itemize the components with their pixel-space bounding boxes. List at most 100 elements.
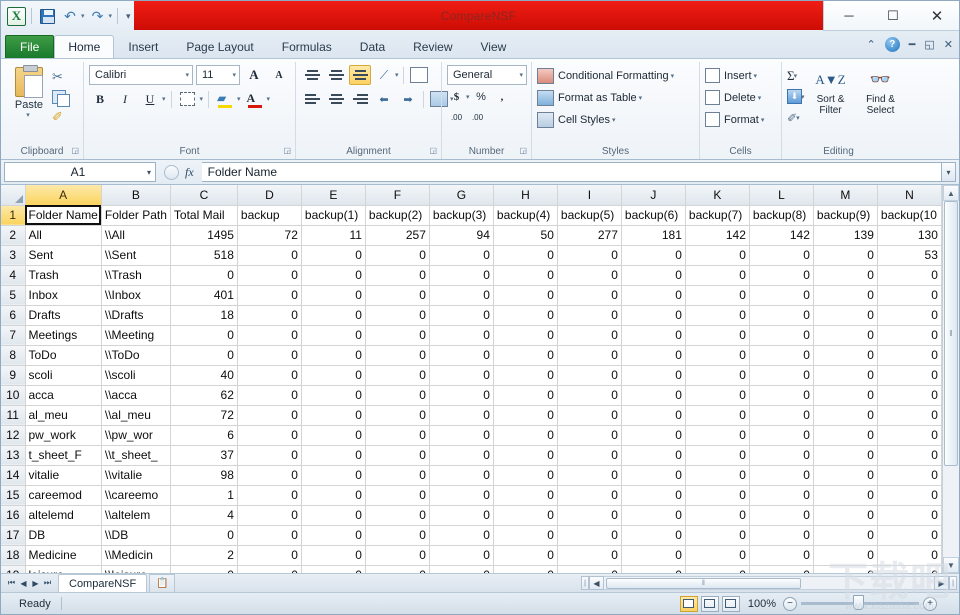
normal-view-button[interactable]: [679, 595, 698, 612]
cell-J6[interactable]: 0: [621, 305, 686, 326]
cell-H19[interactable]: 0: [493, 565, 558, 573]
cell-K15[interactable]: 0: [685, 485, 750, 506]
borders-button[interactable]: [177, 89, 199, 109]
zoom-out-button[interactable]: −: [783, 596, 797, 611]
maximize-button[interactable]: ☐: [871, 1, 915, 30]
cell-K7[interactable]: 0: [685, 325, 750, 346]
cell-N8[interactable]: 0: [877, 345, 942, 366]
cell-A7[interactable]: Meetings: [25, 325, 102, 346]
cell-C6[interactable]: 18: [170, 305, 238, 326]
cell-J12[interactable]: 0: [621, 425, 686, 446]
insert-function-icon[interactable]: fx: [185, 165, 194, 180]
row-header-15[interactable]: 15: [1, 485, 26, 506]
cell-C3[interactable]: 518: [170, 245, 238, 266]
cell-N13[interactable]: 0: [877, 445, 942, 466]
increase-decimal-button[interactable]: .00: [447, 109, 466, 127]
row-header-3[interactable]: 3: [1, 245, 26, 266]
cell-M7[interactable]: 0: [813, 325, 878, 346]
cell-M17[interactable]: 0: [813, 525, 878, 546]
currency-button[interactable]: $: [447, 88, 466, 106]
clear-button[interactable]: ✐ ▾: [787, 108, 805, 127]
cell-B6[interactable]: \\Drafts: [101, 305, 171, 326]
tab-review[interactable]: Review: [399, 35, 466, 58]
cell-C13[interactable]: 37: [170, 445, 238, 466]
cell-J14[interactable]: 0: [621, 465, 686, 486]
cell-G16[interactable]: 0: [429, 505, 494, 526]
cell-I1[interactable]: backup(5): [557, 205, 622, 226]
bold-button[interactable]: B: [89, 89, 111, 109]
cell-M16[interactable]: 0: [813, 505, 878, 526]
cell-H1[interactable]: backup(4): [493, 205, 558, 226]
column-header-d[interactable]: D: [237, 185, 302, 206]
cell-L4[interactable]: 0: [749, 265, 814, 286]
cell-G4[interactable]: 0: [429, 265, 494, 286]
cell-C12[interactable]: 6: [170, 425, 238, 446]
cell-A3[interactable]: Sent: [25, 245, 102, 266]
cell-F3[interactable]: 0: [365, 245, 430, 266]
cell-E3[interactable]: 0: [301, 245, 366, 266]
cell-H16[interactable]: 0: [493, 505, 558, 526]
cell-C4[interactable]: 0: [170, 265, 238, 286]
cell-D10[interactable]: 0: [237, 385, 302, 406]
cell-H11[interactable]: 0: [493, 405, 558, 426]
cell-E18[interactable]: 0: [301, 545, 366, 566]
cell-F18[interactable]: 0: [365, 545, 430, 566]
cell-I14[interactable]: 0: [557, 465, 622, 486]
cell-H15[interactable]: 0: [493, 485, 558, 506]
cell-E13[interactable]: 0: [301, 445, 366, 466]
cell-A17[interactable]: DB: [25, 525, 102, 546]
cell-H2[interactable]: 50: [493, 225, 558, 246]
cell-D15[interactable]: 0: [237, 485, 302, 506]
cell-D16[interactable]: 0: [237, 505, 302, 526]
cell-J2[interactable]: 181: [621, 225, 686, 246]
cell-L18[interactable]: 0: [749, 545, 814, 566]
cell-N18[interactable]: 0: [877, 545, 942, 566]
cell-K1[interactable]: backup(7): [685, 205, 750, 226]
row-header-9[interactable]: 9: [1, 365, 26, 386]
copy-button[interactable]: ▾: [52, 88, 70, 107]
cell-F6[interactable]: 0: [365, 305, 430, 326]
cell-C5[interactable]: 401: [170, 285, 238, 306]
workbook-close-icon[interactable]: ✕: [944, 38, 953, 51]
delete-cells-button[interactable]: Delete ▾: [705, 88, 764, 107]
cell-H5[interactable]: 0: [493, 285, 558, 306]
cell-A10[interactable]: acca: [25, 385, 102, 406]
paste-dropdown-icon[interactable]: ▾: [26, 111, 30, 119]
comma-button[interactable]: ,: [493, 88, 512, 106]
align-top-button[interactable]: [301, 65, 323, 85]
orientation-button[interactable]: ⟋: [373, 65, 395, 85]
cell-H4[interactable]: 0: [493, 265, 558, 286]
vertical-scroll-track[interactable]: ‖: [942, 201, 959, 557]
cell-C15[interactable]: 1: [170, 485, 238, 506]
cell-B19[interactable]: \\leisure: [101, 565, 171, 573]
font-name-combo[interactable]: Calibri ▾: [89, 65, 193, 85]
cell-N15[interactable]: 0: [877, 485, 942, 506]
close-button[interactable]: ✕: [915, 1, 959, 30]
column-header-a[interactable]: A: [25, 185, 102, 206]
cell-D5[interactable]: 0: [237, 285, 302, 306]
cell-E12[interactable]: 0: [301, 425, 366, 446]
cell-I12[interactable]: 0: [557, 425, 622, 446]
cell-H3[interactable]: 0: [493, 245, 558, 266]
scroll-up-button[interactable]: ▲: [942, 185, 959, 201]
cell-I17[interactable]: 0: [557, 525, 622, 546]
scroll-left-button[interactable]: ◀: [589, 576, 604, 590]
cell-N16[interactable]: 0: [877, 505, 942, 526]
customize-qat-icon[interactable]: ▾: [123, 11, 131, 22]
cell-D12[interactable]: 0: [237, 425, 302, 446]
cell-M10[interactable]: 0: [813, 385, 878, 406]
cell-B13[interactable]: \\t_sheet_: [101, 445, 171, 466]
fill-color-button[interactable]: ▰: [214, 89, 236, 109]
format-cells-button[interactable]: Format ▾: [705, 110, 764, 129]
cell-A6[interactable]: Drafts: [25, 305, 102, 326]
cell-K18[interactable]: 0: [685, 545, 750, 566]
cell-G3[interactable]: 0: [429, 245, 494, 266]
cell-K2[interactable]: 142: [685, 225, 750, 246]
cell-D1[interactable]: backup: [237, 205, 302, 226]
zoom-slider-thumb[interactable]: [853, 595, 864, 610]
row-header-14[interactable]: 14: [1, 465, 26, 486]
cell-E15[interactable]: 0: [301, 485, 366, 506]
column-header-j[interactable]: J: [621, 185, 686, 206]
cell-A5[interactable]: Inbox: [25, 285, 102, 306]
cell-B7[interactable]: \\Meeting: [101, 325, 171, 346]
